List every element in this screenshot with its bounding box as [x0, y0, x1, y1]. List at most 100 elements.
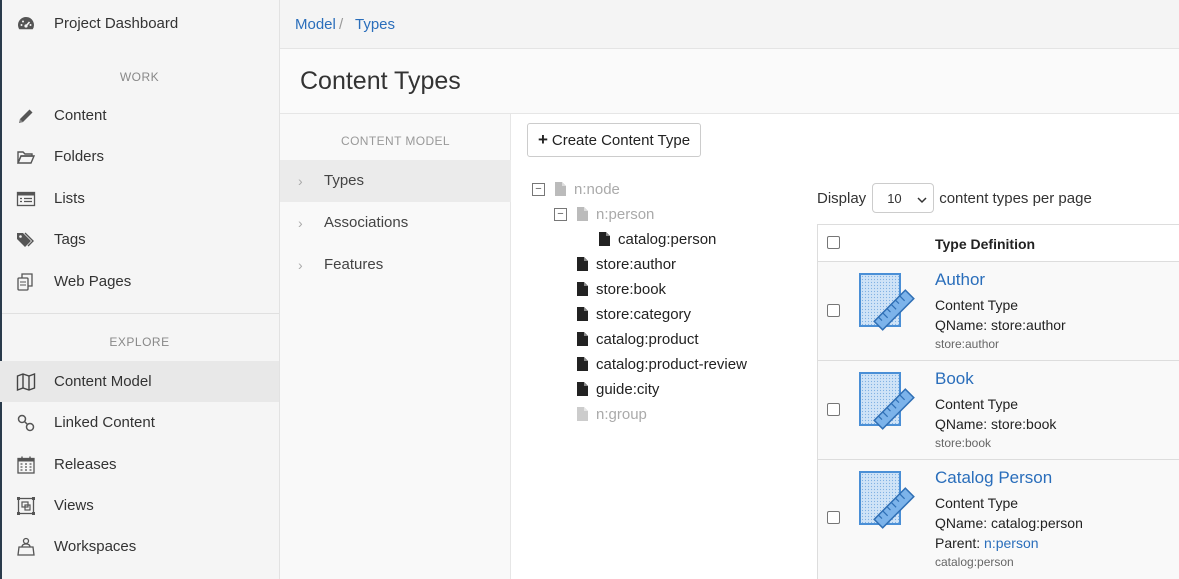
tree-node-label: catalog:person	[618, 230, 717, 248]
content-type-id: catalog:person	[935, 555, 1014, 569]
nav-project-dashboard[interactable]: Project Dashboard	[0, 3, 279, 44]
collapse-icon[interactable]: −	[532, 182, 545, 196]
breadcrumb-separator: /	[339, 16, 344, 33]
page-title: Content Types	[300, 67, 461, 95]
row-checkbox[interactable]	[827, 511, 840, 524]
content-type-kind: Content Type	[935, 297, 1019, 313]
nav-label: Project Dashboard	[54, 15, 179, 32]
chevron-right-icon: ›	[298, 173, 303, 189]
document-icon	[577, 307, 588, 321]
chevron-right-icon: ›	[298, 215, 303, 231]
tree-node-store-category[interactable]: store:category	[577, 304, 691, 324]
breadcrumb: Model / Types	[280, 0, 1179, 49]
row-checkbox[interactable]	[827, 403, 840, 416]
subnav-item-types[interactable]: › Types	[280, 160, 511, 202]
page-size-select[interactable]: 10	[872, 183, 935, 213]
folder-open-icon	[16, 147, 36, 167]
table-row: Book Content Type QName: store:book stor…	[818, 361, 1179, 460]
nav-content-model[interactable]: Content Model	[0, 361, 279, 402]
column-header-type-definition: Type Definition	[935, 236, 1036, 252]
parent-label: Parent:	[935, 535, 981, 551]
nav-lists[interactable]: Lists	[0, 178, 279, 219]
web-pages-icon	[16, 272, 36, 292]
tree-node-label: catalog:product	[596, 330, 699, 348]
nav-label: Workspaces	[54, 538, 137, 555]
document-icon	[599, 232, 610, 246]
breadcrumb-types[interactable]: Types	[355, 16, 395, 33]
parent-type-link[interactable]: n:person	[984, 535, 1038, 551]
nav-linked-content[interactable]: Linked Content	[0, 402, 279, 443]
content-type-thumbnail-icon	[858, 371, 918, 433]
dashboard-icon	[16, 14, 36, 34]
table-row: Author Content Type QName: store:author …	[818, 262, 1179, 361]
content-type-name-link[interactable]: Catalog Person	[935, 468, 1052, 488]
nav-web-pages[interactable]: Web Pages	[0, 261, 279, 302]
tree-node-n-node[interactable]: − n:node	[532, 179, 620, 199]
document-icon	[577, 257, 588, 271]
page-size-value: 10	[887, 190, 902, 206]
tree-node-store-book[interactable]: store:book	[577, 279, 666, 299]
content-type-qname: QName: store:book	[935, 416, 1057, 432]
nav-content[interactable]: Content	[0, 95, 279, 136]
nav-label: Web Pages	[54, 273, 132, 290]
tree-node-n-group[interactable]: n:group	[577, 404, 647, 424]
subnav-item-associations[interactable]: › Associations	[280, 202, 511, 244]
select-all-checkbox[interactable]	[827, 236, 840, 249]
tree-node-catalog-product[interactable]: catalog:product	[577, 329, 699, 349]
page-size-control: Display 10 content types per page	[817, 183, 1092, 213]
nav-views[interactable]: Views	[0, 485, 279, 526]
subnav-item-label: Associations	[324, 214, 409, 231]
content-types-table: Type Definition Author Content Type QNam…	[817, 224, 1179, 579]
chevron-right-icon: ›	[298, 257, 303, 273]
nav-section-explore: EXPLORE	[109, 335, 170, 349]
nav-releases[interactable]: Releases	[0, 444, 279, 485]
nav-tags[interactable]: Tags	[0, 219, 279, 260]
content-type-name-link[interactable]: Book	[935, 369, 974, 389]
content-model-nav: CONTENT MODEL › Types › Associations › F…	[280, 114, 511, 579]
tree-node-catalog-person[interactable]: catalog:person	[599, 229, 716, 249]
table-row: Catalog Person Content Type QName: catal…	[818, 460, 1179, 579]
content-type-name-link[interactable]: Author	[935, 270, 985, 290]
sidebar: Project Dashboard WORK Content Folders L…	[0, 0, 280, 579]
tree-node-n-person[interactable]: − n:person	[554, 204, 654, 224]
nav-label: Folders	[54, 148, 105, 165]
title-bar: Content Types	[280, 49, 1179, 114]
document-icon	[577, 332, 588, 346]
workspaces-icon	[16, 537, 36, 557]
link-icon	[16, 413, 36, 433]
display-label: Display	[817, 189, 867, 207]
row-checkbox[interactable]	[827, 304, 840, 317]
document-icon	[577, 207, 588, 221]
tree-node-label: store:author	[596, 255, 677, 273]
tree-node-label: n:node	[574, 180, 620, 198]
tree-node-store-author[interactable]: store:author	[577, 254, 676, 274]
tree-node-label: store:book	[596, 280, 667, 298]
create-content-type-button[interactable]: + Create Content Type	[527, 123, 701, 157]
document-icon	[577, 407, 588, 421]
subnav-item-features[interactable]: › Features	[280, 244, 511, 286]
nav-label: Lists	[54, 190, 85, 207]
chevron-down-icon	[917, 193, 927, 204]
breadcrumb-model[interactable]: Model	[295, 16, 336, 33]
content-type-qname: QName: store:author	[935, 317, 1066, 333]
map-icon	[16, 372, 36, 392]
subnav-item-label: Types	[324, 172, 365, 189]
content-type-qname: QName: catalog:person	[935, 515, 1083, 531]
nav-workspaces[interactable]: Workspaces	[0, 526, 279, 567]
tree-node-catalog-product-review[interactable]: catalog:product-review	[577, 354, 747, 374]
calendar-icon	[16, 455, 36, 475]
nav-label: Views	[54, 497, 94, 514]
nav-label: Content Model	[54, 373, 152, 390]
subnav-heading: CONTENT MODEL	[341, 134, 450, 148]
content-type-kind: Content Type	[935, 396, 1019, 412]
document-icon	[555, 182, 566, 196]
plus-icon: +	[537, 130, 548, 149]
nav-section-work: WORK	[119, 70, 160, 84]
collapse-icon[interactable]: −	[554, 207, 567, 221]
nav-folders[interactable]: Folders	[0, 136, 279, 177]
content-type-thumbnail-icon	[858, 272, 918, 334]
content-type-parent: Parent: n:person	[935, 535, 1039, 551]
subnav-item-label: Features	[324, 256, 384, 273]
nav-label: Content	[54, 107, 107, 124]
tree-node-guide-city[interactable]: guide:city	[577, 379, 659, 399]
